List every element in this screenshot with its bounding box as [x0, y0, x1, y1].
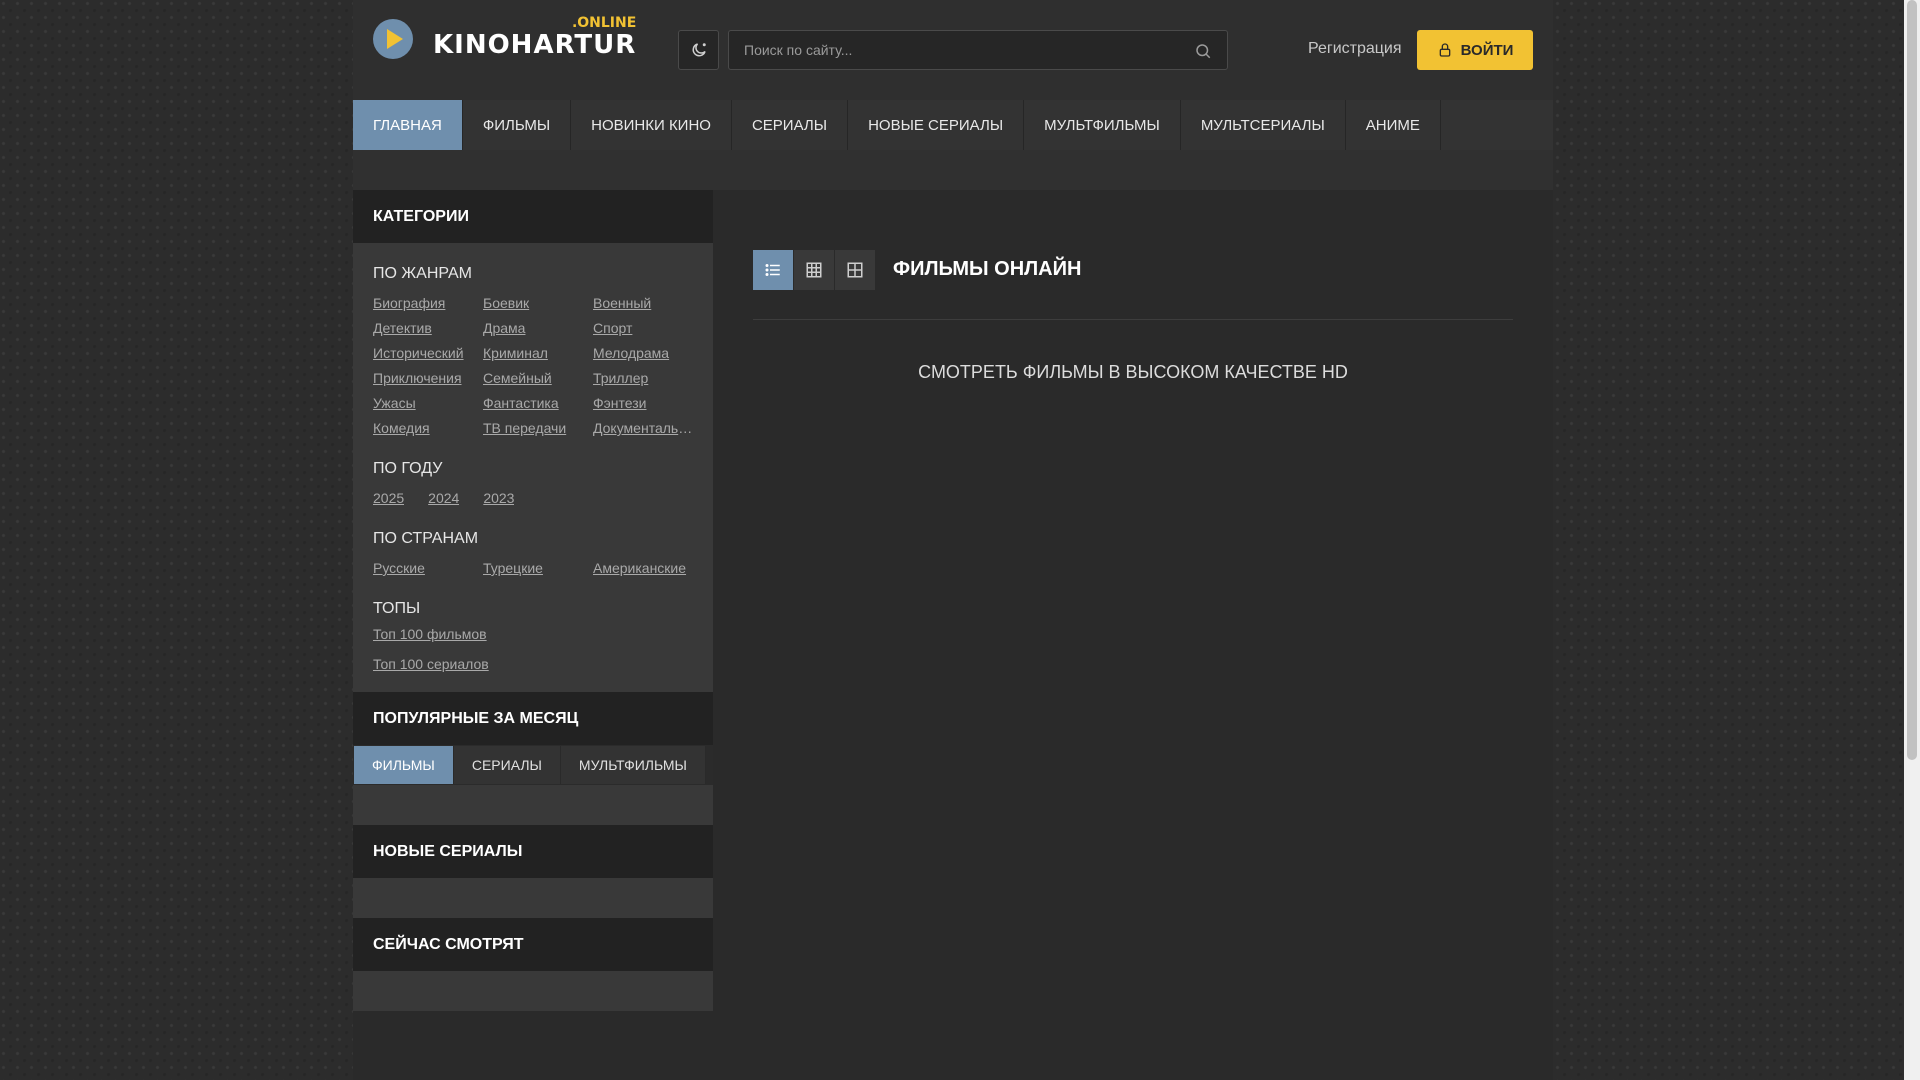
nav-item-cartoon-series[interactable]: МУЛЬТСЕРИАЛЫ: [1181, 100, 1346, 150]
watching-now-heading: СЕЙЧАС СМОТРЯТ: [353, 918, 713, 971]
login-label: ВОЙТИ: [1460, 41, 1514, 59]
categories-block: ПО ЖАНРАМ Биография Боевик Военный Детек…: [353, 243, 713, 692]
genre-link[interactable]: Исторический: [373, 345, 473, 361]
register-link[interactable]: Регистрация: [1308, 40, 1402, 58]
tops-list: Топ 100 фильмов Топ 100 сериалов: [373, 626, 693, 672]
scrollbar-thumb[interactable]: [1907, 0, 1917, 760]
top-link[interactable]: Топ 100 сериалов: [373, 656, 693, 672]
tab-cartoons[interactable]: МУЛЬТФИЛЬМЫ: [560, 746, 706, 784]
page: .ONLINE KINOHARTUR Регистрация ВОЙТИ ГЛА…: [353, 0, 1553, 1080]
list-view-button[interactable]: [753, 250, 793, 290]
genre-link[interactable]: Триллер: [593, 370, 693, 386]
scrollbar[interactable]: [1904, 0, 1920, 1080]
nav-item-films[interactable]: ФИЛЬМЫ: [463, 100, 572, 150]
popular-heading: ПОПУЛЯРНЫЕ ЗА МЕСЯЦ: [353, 692, 713, 745]
categories-heading: КАТЕГОРИИ: [353, 190, 713, 243]
countries-heading: ПО СТРАНАМ: [373, 530, 479, 547]
top-link[interactable]: Топ 100 фильмов: [373, 626, 693, 642]
genres-heading: ПО ЖАНРАМ: [373, 265, 472, 282]
grid-icon: [806, 262, 822, 278]
list-icon: [765, 264, 780, 276]
genre-link[interactable]: Детектив: [373, 320, 473, 336]
genre-link[interactable]: Ужасы: [373, 395, 473, 411]
tab-series[interactable]: СЕРИАЛЫ: [453, 746, 561, 784]
header: .ONLINE KINOHARTUR Регистрация ВОЙТИ: [353, 0, 1553, 100]
genre-link[interactable]: Фэнтези: [593, 395, 693, 411]
genre-link[interactable]: Фантастика: [483, 395, 583, 411]
genre-link[interactable]: Криминал: [483, 345, 583, 361]
new-series-content: [353, 878, 713, 918]
genre-link[interactable]: Приключения: [373, 370, 473, 386]
search-input[interactable]: [729, 31, 1227, 69]
years-heading: ПО ГОДУ: [373, 460, 443, 477]
divider: [753, 319, 1513, 320]
nav-item-cartoons[interactable]: МУЛЬТФИЛЬМЫ: [1024, 100, 1181, 150]
site-logo[interactable]: .ONLINE KINOHARTUR: [373, 15, 637, 60]
countries-list: Русские Турецкие Американские: [373, 560, 693, 576]
genre-link[interactable]: Мелодрама: [593, 345, 693, 361]
page-subtitle: СМОТРЕТЬ ФИЛЬМЫ В ВЫСОКОМ КАЧЕСТВЕ HD: [918, 362, 1348, 382]
page-title: ФИЛЬМЫ ОНЛАЙН: [893, 258, 1082, 280]
tile-view-button[interactable]: [835, 250, 875, 290]
genre-link[interactable]: Биография: [373, 295, 473, 311]
nav-item-series[interactable]: СЕРИАЛЫ: [732, 100, 849, 150]
view-toggle: [753, 250, 876, 290]
nav-item-new-films[interactable]: НОВИНКИ КИНО: [571, 100, 732, 150]
search-box: [728, 30, 1228, 70]
tab-films[interactable]: ФИЛЬМЫ: [354, 746, 454, 784]
theme-toggle-button[interactable]: [678, 30, 719, 70]
genre-link[interactable]: Спорт: [593, 320, 693, 336]
genre-link[interactable]: Военный: [593, 295, 693, 311]
grid-view-button[interactable]: [794, 250, 834, 290]
genre-link[interactable]: Документальный: [593, 420, 693, 436]
genres-list: Биография Боевик Военный Детектив Драма …: [373, 295, 693, 436]
year-link[interactable]: 2023: [483, 490, 514, 506]
logo-subtitle: .ONLINE: [571, 15, 637, 31]
country-link[interactable]: Турецкие: [483, 560, 583, 576]
logo-title: KINOHARTUR: [433, 30, 637, 60]
country-link[interactable]: Американские: [593, 560, 693, 576]
year-link[interactable]: 2024: [428, 490, 459, 506]
tile-icon: [847, 262, 863, 278]
years-list: 2025 2024 2023: [373, 490, 693, 506]
new-series-heading: НОВЫЕ СЕРИАЛЫ: [353, 825, 713, 878]
sidebar: КАТЕГОРИИ ПО ЖАНРАМ Биография Боевик Вое…: [353, 190, 713, 1011]
nav-item-home[interactable]: ГЛАВНАЯ: [353, 100, 463, 150]
main-nav: ГЛАВНАЯ ФИЛЬМЫ НОВИНКИ КИНО СЕРИАЛЫ НОВЫ…: [353, 100, 1553, 150]
nav-item-anime[interactable]: АНИМЕ: [1346, 100, 1441, 150]
watching-now-content: [353, 971, 713, 1011]
popular-tabs: ФИЛЬМЫ СЕРИАЛЫ МУЛЬТФИЛЬМЫ: [353, 745, 713, 785]
genre-link[interactable]: Драма: [483, 320, 583, 336]
year-link[interactable]: 2025: [373, 490, 404, 506]
login-button[interactable]: ВОЙТИ: [1417, 30, 1533, 70]
genre-link[interactable]: Семейный: [483, 370, 583, 386]
genre-link[interactable]: ТВ передачи: [483, 420, 583, 436]
genre-link[interactable]: Комедия: [373, 420, 473, 436]
subnav-bar: [353, 150, 1553, 190]
genre-link[interactable]: Боевик: [483, 295, 583, 311]
tops-heading: ТОПЫ: [373, 600, 421, 617]
moon-icon: [692, 43, 706, 57]
nav-item-new-series[interactable]: НОВЫЕ СЕРИАЛЫ: [848, 100, 1025, 150]
lock-icon: [1439, 43, 1450, 57]
popular-content: [353, 785, 713, 825]
search-icon[interactable]: [1194, 42, 1212, 60]
play-icon: [373, 19, 413, 59]
country-link[interactable]: Русские: [373, 560, 473, 576]
